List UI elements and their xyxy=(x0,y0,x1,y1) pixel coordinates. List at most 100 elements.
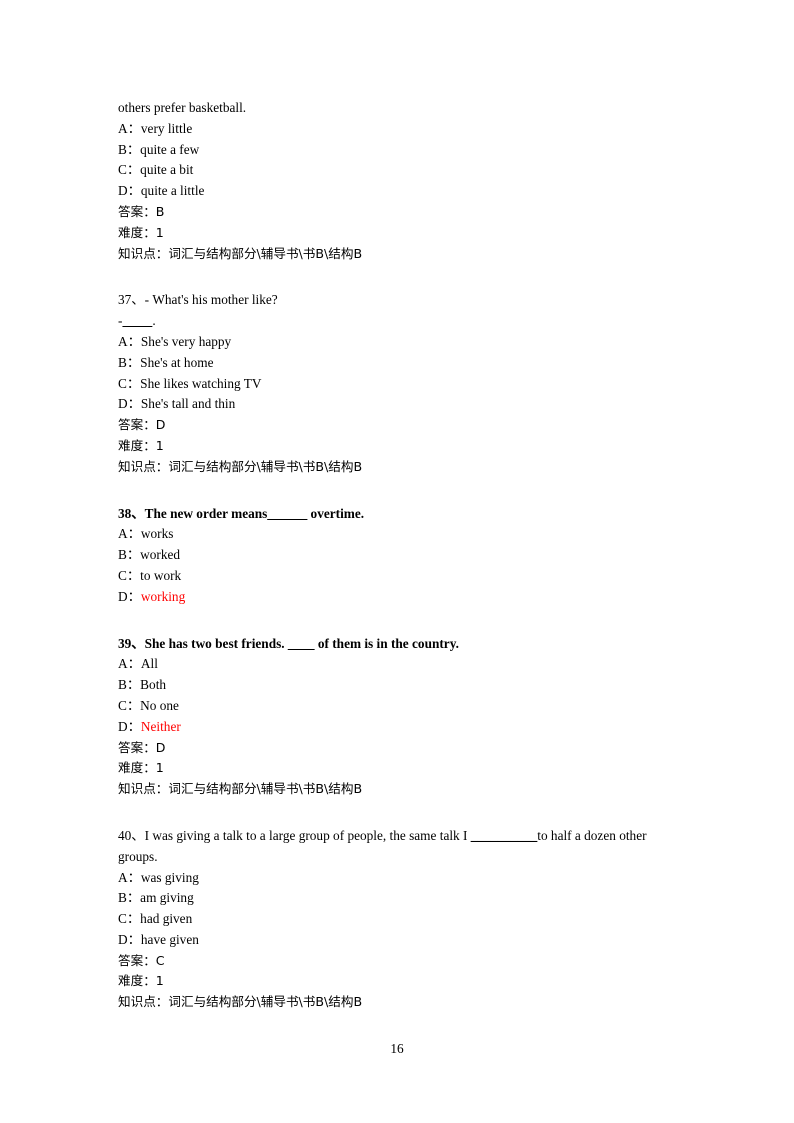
option-row: D：quite a little xyxy=(118,181,680,202)
option-row: D：She's tall and thin xyxy=(118,394,680,415)
stem-period: . xyxy=(152,313,156,329)
option-mark: D： xyxy=(118,183,141,199)
answer-value: D xyxy=(155,417,166,433)
question-number: 37、 xyxy=(118,292,145,308)
option-text: Both xyxy=(140,677,167,693)
option-text: was giving xyxy=(140,869,199,885)
option-text: She's tall and thin xyxy=(140,396,236,412)
option-row: C：had given xyxy=(118,909,680,930)
difficulty-value: 1 xyxy=(155,973,164,989)
option-text: had given xyxy=(140,911,193,927)
answer-line: 答案：D xyxy=(118,415,680,436)
knowledge-label: 知识点： xyxy=(118,458,169,474)
question-number: 38、 xyxy=(118,505,145,521)
answer-line: 答案：D xyxy=(118,738,680,759)
option-text: working xyxy=(140,588,186,604)
option-row: A：was giving xyxy=(118,868,680,889)
option-mark: D： xyxy=(118,931,141,947)
difficulty-label: 难度： xyxy=(118,437,156,453)
knowledge-line: 知识点：词汇与结构部分\辅导书\书B\结构B xyxy=(118,779,680,800)
question-stem: others prefer basketball. xyxy=(118,100,247,115)
document-page: others prefer basketball. A：very little … xyxy=(0,0,794,1123)
option-row: C：to work xyxy=(118,566,680,587)
page-footer: 16 xyxy=(0,1040,794,1058)
page-number: 16 xyxy=(390,1041,404,1056)
answer-blank: ____ xyxy=(287,635,315,651)
option-text: She likes watching TV xyxy=(140,375,262,391)
option-mark: A： xyxy=(118,120,141,136)
option-row-highlighted: D：Neither xyxy=(118,717,680,738)
knowledge-line: 知识点：词汇与结构部分\辅导书\书B\结构B xyxy=(118,457,680,478)
option-row: D：have given xyxy=(118,930,680,951)
option-row: B：am giving xyxy=(118,888,680,909)
answer-value: B xyxy=(155,203,165,219)
question-block: 39、She has two best friends. ____ of the… xyxy=(118,634,680,800)
option-text: have given xyxy=(140,931,199,947)
knowledge-line: 知识点：词汇与结构部分\辅导书\书B\结构B xyxy=(118,992,680,1013)
difficulty-value: 1 xyxy=(155,437,164,453)
answer-blank: ______ xyxy=(267,505,308,521)
question-stem: 38、The new order means______ overtime. xyxy=(118,504,680,525)
option-mark: C： xyxy=(118,375,141,391)
option-text: She's at home xyxy=(140,354,214,370)
option-mark: B： xyxy=(118,354,141,370)
difficulty-line: 难度：1 xyxy=(118,223,680,244)
question-number: 40、 xyxy=(118,827,145,843)
option-row: A：very little xyxy=(118,119,680,140)
option-text: quite a few xyxy=(140,141,200,157)
question-text-post: of them is in the country. xyxy=(314,635,459,651)
option-mark: B： xyxy=(118,141,141,157)
option-mark: A： xyxy=(118,333,141,349)
question-number: 39、 xyxy=(118,635,145,651)
option-row: B：worked xyxy=(118,545,680,566)
question-text-pre: She has two best friends. xyxy=(144,635,288,651)
question-stem: 37、- What's his mother like? xyxy=(118,290,680,311)
knowledge-label: 知识点： xyxy=(118,245,169,261)
option-row: C：quite a bit xyxy=(118,160,680,181)
answer-blank xyxy=(122,313,152,328)
option-mark: C： xyxy=(118,697,141,713)
difficulty-value: 1 xyxy=(155,760,164,776)
option-mark: C： xyxy=(118,567,141,583)
question-stem: 39、She has two best friends. ____ of the… xyxy=(118,634,680,655)
option-text: quite a bit xyxy=(140,162,194,178)
option-mark: D： xyxy=(118,588,141,604)
option-row: B：Both xyxy=(118,675,680,696)
option-row: A：works xyxy=(118,524,680,545)
answer-label: 答案： xyxy=(118,203,156,219)
question-text-pre: I was giving a talk to a large group of … xyxy=(144,827,471,843)
answer-label: 答案： xyxy=(118,739,156,755)
difficulty-value: 1 xyxy=(155,224,164,240)
option-mark: B： xyxy=(118,890,141,906)
option-row: B：quite a few xyxy=(118,140,680,161)
option-mark: A： xyxy=(118,656,141,672)
knowledge-value: 词汇与结构部分\辅导书\书B\结构B xyxy=(168,458,363,474)
knowledge-label: 知识点： xyxy=(118,994,169,1010)
option-mark: B： xyxy=(118,547,141,563)
option-text: am giving xyxy=(140,890,194,906)
option-mark: A： xyxy=(118,526,141,542)
difficulty-line: 难度：1 xyxy=(118,758,680,779)
page-content: others prefer basketball. A：very little … xyxy=(118,98,680,1013)
knowledge-label: 知识点： xyxy=(118,781,169,797)
answer-blank: __________ xyxy=(470,827,538,843)
difficulty-line: 难度：1 xyxy=(118,436,680,457)
option-text: very little xyxy=(140,120,193,136)
option-row: B：She's at home xyxy=(118,353,680,374)
question-block: 38、The new order means______ overtime. A… xyxy=(118,504,680,608)
answer-value: C xyxy=(155,952,165,968)
question-block: 37、- What's his mother like? - . A：She's… xyxy=(118,290,680,477)
question-text-post: overtime. xyxy=(307,505,365,521)
option-text: She's very happy xyxy=(140,333,232,349)
question-block: others prefer basketball. A：very little … xyxy=(118,98,680,264)
question-stem: 40、I was giving a talk to a large group … xyxy=(118,826,680,868)
knowledge-value: 词汇与结构部分\辅导书\书B\结构B xyxy=(168,994,363,1010)
option-text: to work xyxy=(140,567,182,583)
option-row: A：All xyxy=(118,654,680,675)
option-mark: C： xyxy=(118,162,141,178)
difficulty-label: 难度： xyxy=(118,224,156,240)
answer-line: 答案：B xyxy=(118,202,680,223)
option-mark: D： xyxy=(118,718,141,734)
answer-value: D xyxy=(155,739,166,755)
question-text-pre: The new order means xyxy=(144,505,268,521)
